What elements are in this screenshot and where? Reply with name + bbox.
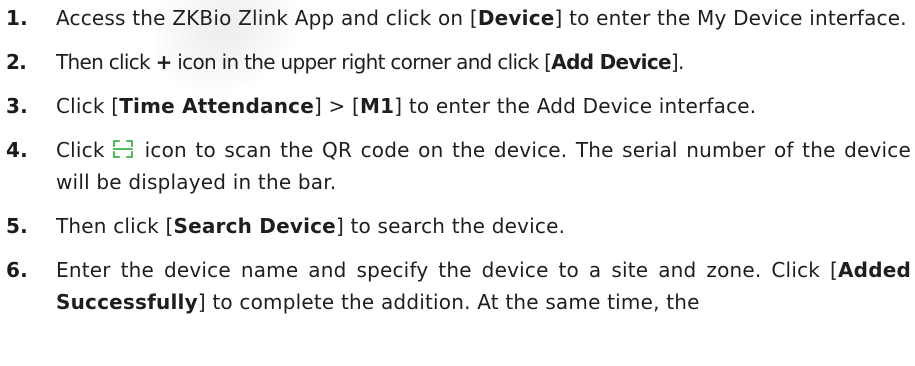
text-run: Click [56,138,105,162]
text-run: ] to enter the Add Device interface. [394,94,757,118]
step-text: Click [Time Attendance] > [M1] to enter … [56,94,756,118]
step-text: Click icon to scan the QR code on the de… [56,134,911,198]
step-number: 3. [6,94,28,118]
text-run: ] to search the device. [335,214,566,238]
text-run: ] > [ [313,94,361,118]
step-text: Then click + icon in the upper right cor… [56,50,684,74]
step-number: 2. [6,50,27,74]
text-run: icon in the upper right corner and click… [171,50,552,74]
text-run: Click [ [56,94,120,118]
step-3: 3. Click [Time Attendance] > [M1] to ent… [6,90,911,122]
step-1: 1. Access the ZKBio Zlink App and click … [6,2,911,34]
step-text: Access the ZKBio Zlink App and click on … [56,2,911,34]
text-run: Then click [56,50,156,74]
add-device-label: Add Device [551,50,671,74]
scan-qr-icon [112,140,133,158]
text-run: ] to complete the addition. At the same … [197,290,700,314]
plus-symbol: + [155,50,173,74]
text-run: icon to scan the QR code on the device. … [56,138,911,194]
step-2: 2. Then click + icon in the upper right … [6,46,911,78]
step-number: 1. [6,6,28,30]
text-run: Enter the device name and specify the de… [56,258,838,282]
time-attendance-label: Time Attendance [119,94,314,118]
step-number: 4. [6,138,28,162]
m1-label: M1 [360,94,395,118]
text-run: Then click [ [56,214,174,238]
text-run: Access the ZKBio Zlink App and click on … [56,6,478,30]
search-device-label: Search Device [173,214,336,238]
step-5: 5. Then click [Search Device] to search … [6,210,911,242]
step-4: 4. Click icon to scan the QR code on the… [6,134,911,198]
instruction-steps: 1. Access the ZKBio Zlink App and click … [6,0,911,318]
text-run: ] to enter the My Device interface. [554,6,907,30]
step-text: Then click [Search Device] to search the… [56,214,565,238]
step-number: 5. [6,214,28,238]
step-text: Enter the device name and specify the de… [56,254,911,318]
step-number: 6. [6,258,28,282]
text-run: ]. [670,50,684,74]
device-label: Device [477,6,555,30]
step-6: 6. Enter the device name and specify the… [6,254,911,318]
